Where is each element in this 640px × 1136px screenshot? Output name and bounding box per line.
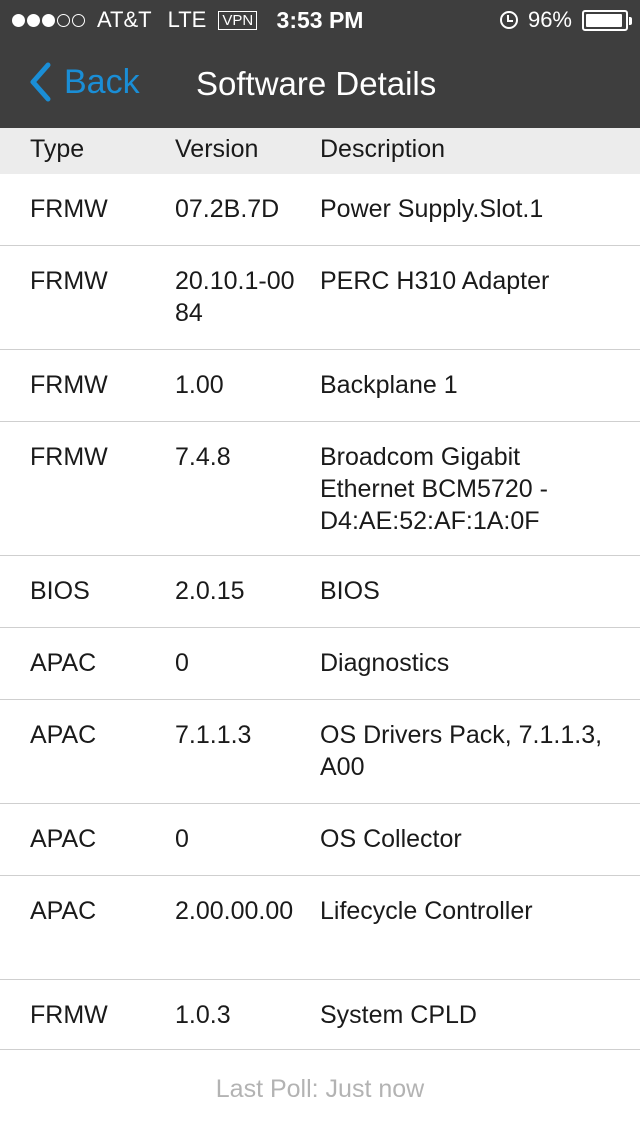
- cell-type: APAC: [30, 825, 97, 853]
- table-header: Type Version Description: [0, 128, 640, 174]
- back-label: Back: [64, 62, 140, 101]
- cell-type: APAC: [30, 649, 97, 677]
- cell-version: 2.0.15: [175, 577, 245, 605]
- top-bar: AT&T LTE VPN 3:53 PM 96% Back Software D…: [0, 0, 640, 128]
- page-title: Software Details: [196, 65, 437, 102]
- table-row: APAC 2.00.00.00 Lifecycle Controller: [0, 876, 640, 980]
- column-header-description: Description: [320, 135, 446, 163]
- battery-fill: [586, 13, 623, 27]
- table-row: APAC 0 Diagnostics: [0, 628, 640, 700]
- battery-percent: 96%: [527, 7, 572, 32]
- cell-version: 2.00.00.00: [175, 897, 294, 925]
- cell-type: FRMW: [30, 1001, 108, 1029]
- table-row: BIOS 2.0.15 BIOS: [0, 556, 640, 628]
- cell-version: 7.1.1.3: [175, 721, 252, 749]
- cell-version: 1.0.3: [175, 1001, 231, 1029]
- cell-type: APAC: [30, 721, 97, 749]
- table-row: FRMW 7.4.8 Broadcom Gigabit Ethernet BCM…: [0, 422, 640, 556]
- last-poll-status: Last Poll: Just now: [215, 1075, 425, 1103]
- back-button[interactable]: Back: [28, 62, 140, 102]
- table-row: FRMW 1.00 Backplane 1: [0, 350, 640, 422]
- cell-type: FRMW: [30, 371, 108, 399]
- chevron-left-icon: [30, 62, 51, 102]
- cell-description: Lifecycle Controller: [320, 897, 533, 925]
- cell-type: FRMW: [30, 195, 108, 223]
- table-row: FRMW 1.0.3 System CPLD: [0, 980, 640, 1050]
- cell-version: 20.10.1-0084: [175, 267, 295, 327]
- cell-version: 0: [175, 825, 189, 853]
- battery-icon: [582, 9, 632, 31]
- cell-description: Diagnostics: [320, 649, 450, 677]
- cell-version: 0: [175, 649, 189, 677]
- cell-description: Broadcom Gigabit Ethernet BCM5720 - D4:A…: [320, 443, 548, 535]
- cell-version: 07.2B.7D: [175, 195, 280, 223]
- column-header-version: Version: [175, 135, 259, 163]
- status-bar: AT&T LTE VPN 3:53 PM 96%: [0, 0, 640, 40]
- navigation-bar: Back Software Details: [0, 40, 640, 128]
- cell-type: FRMW: [30, 443, 108, 471]
- cell-description: System CPLD: [320, 1001, 477, 1029]
- cell-description: BIOS: [320, 577, 380, 605]
- cell-version: 7.4.8: [175, 443, 231, 471]
- table-row: FRMW 07.2B.7D Power Supply.Slot.1: [0, 174, 640, 246]
- cell-description: Backplane 1: [320, 371, 458, 399]
- cell-type: APAC: [30, 897, 97, 925]
- column-header-type: Type: [30, 135, 85, 163]
- cell-type: FRMW: [30, 267, 108, 295]
- cell-description: PERC H310 Adapter: [320, 267, 550, 295]
- cell-description: OS Drivers Pack, 7.1.1.3, A00: [320, 721, 603, 781]
- alarm-icon: [499, 11, 518, 29]
- cell-version: 1.00: [175, 371, 224, 399]
- table-row: FRMW 20.10.1-0084 PERC H310 Adapter: [0, 246, 640, 350]
- cell-description: OS Collector: [320, 825, 462, 853]
- cell-type: BIOS: [30, 577, 90, 605]
- cell-description: Power Supply.Slot.1: [320, 195, 544, 223]
- table-row: APAC 7.1.1.3 OS Drivers Pack, 7.1.1.3, A…: [0, 700, 640, 804]
- software-table: FRMW 07.2B.7D Power Supply.Slot.1 FRMW 2…: [0, 174, 640, 1050]
- table-row: APAC 0 OS Collector: [0, 804, 640, 876]
